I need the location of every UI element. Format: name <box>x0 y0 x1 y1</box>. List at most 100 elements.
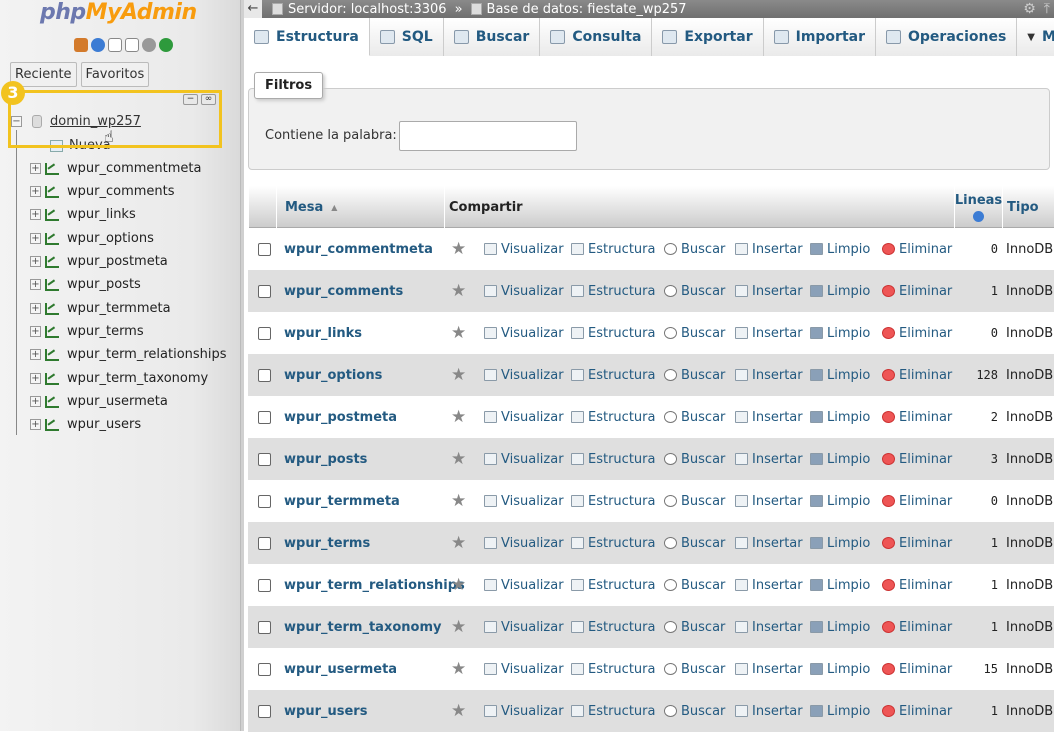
action-visualizar[interactable]: Visualizar <box>484 354 564 396</box>
action-insertar[interactable]: Insertar <box>735 480 803 522</box>
star-icon[interactable]: ★ <box>451 659 466 679</box>
tab-consulta[interactable]: Consulta <box>540 18 653 56</box>
table-name-link[interactable]: wpur_posts <box>284 452 367 467</box>
nav-table-item[interactable]: + wpur_postmeta <box>30 254 168 269</box>
action-visualizar[interactable]: Visualizar <box>484 564 564 606</box>
nav-table-item[interactable]: + wpur_options <box>30 231 154 246</box>
action-visualizar[interactable]: Visualizar <box>484 648 564 690</box>
action-insertar[interactable]: Insertar <box>735 312 803 354</box>
action-limpio[interactable]: Limpio <box>810 480 870 522</box>
back-arrow-icon[interactable]: ← <box>244 0 262 18</box>
star-icon[interactable]: ★ <box>451 491 466 511</box>
star-icon[interactable]: ★ <box>451 533 466 553</box>
expand-icon[interactable]: + <box>30 373 41 384</box>
action-visualizar[interactable]: Visualizar <box>484 396 564 438</box>
gear-icon[interactable] <box>142 38 156 52</box>
action-buscar[interactable]: Buscar <box>664 438 725 480</box>
expand-icon[interactable]: + <box>30 256 41 267</box>
action-buscar[interactable]: Buscar <box>664 648 725 690</box>
tab-exportar[interactable]: Exportar <box>652 18 764 56</box>
table-name-link[interactable]: wpur_comments <box>284 284 403 299</box>
action-buscar[interactable]: Buscar <box>664 690 725 732</box>
docs-icon[interactable] <box>125 38 139 52</box>
breadcrumb-database[interactable]: Base de datos: fiestate_wp257 <box>470 2 687 17</box>
nav-table-item[interactable]: + wpur_commentmeta <box>30 161 201 176</box>
action-estructura[interactable]: Estructura <box>571 270 655 312</box>
action-eliminar[interactable]: Eliminar <box>882 312 952 354</box>
nav-table-item[interactable]: + wpur_term_taxonomy <box>30 371 208 386</box>
action-visualizar[interactable]: Visualizar <box>484 270 564 312</box>
action-eliminar[interactable]: Eliminar <box>882 648 952 690</box>
expand-icon[interactable]: + <box>30 303 41 314</box>
action-visualizar[interactable]: Visualizar <box>484 522 564 564</box>
action-buscar[interactable]: Buscar <box>664 312 725 354</box>
action-insertar[interactable]: Insertar <box>735 564 803 606</box>
row-checkbox[interactable] <box>258 242 271 256</box>
table-name-link[interactable]: wpur_terms <box>284 536 370 551</box>
row-checkbox[interactable] <box>258 368 271 382</box>
tab-sql[interactable]: SQL <box>369 18 444 56</box>
action-limpio[interactable]: Limpio <box>810 270 870 312</box>
action-limpio[interactable]: Limpio <box>810 354 870 396</box>
action-limpio[interactable]: Limpio <box>810 564 870 606</box>
nav-table-item[interactable]: + wpur_terms <box>30 324 144 339</box>
star-icon[interactable]: ★ <box>451 281 466 301</box>
action-eliminar[interactable]: Eliminar <box>882 270 952 312</box>
table-name-link[interactable]: wpur_postmeta <box>284 410 397 425</box>
star-icon[interactable]: ★ <box>451 365 466 385</box>
action-insertar[interactable]: Insertar <box>735 228 803 270</box>
star-icon[interactable]: ★ <box>451 617 466 637</box>
nav-table-item[interactable]: + wpur_users <box>30 417 141 432</box>
reload-icon[interactable] <box>159 38 173 52</box>
action-estructura[interactable]: Estructura <box>571 690 655 732</box>
action-eliminar[interactable]: Eliminar <box>882 228 952 270</box>
favorites-button[interactable]: Favoritos <box>80 62 150 87</box>
action-visualizar[interactable]: Visualizar <box>484 480 564 522</box>
action-estructura[interactable]: Estructura <box>571 606 655 648</box>
action-buscar[interactable]: Buscar <box>664 228 725 270</box>
action-estructura[interactable]: Estructura <box>571 228 655 270</box>
action-limpio[interactable]: Limpio <box>810 228 870 270</box>
row-checkbox[interactable] <box>258 704 271 718</box>
row-checkbox[interactable] <box>258 536 271 550</box>
action-insertar[interactable]: Insertar <box>735 270 803 312</box>
filter-input[interactable] <box>399 121 577 151</box>
action-limpio[interactable]: Limpio <box>810 522 870 564</box>
action-limpio[interactable]: Limpio <box>810 690 870 732</box>
action-eliminar[interactable]: Eliminar <box>882 564 952 606</box>
action-estructura[interactable]: Estructura <box>571 354 655 396</box>
expand-icon[interactable]: + <box>30 419 41 430</box>
action-eliminar[interactable]: Eliminar <box>882 522 952 564</box>
table-name-link[interactable]: wpur_links <box>284 326 362 341</box>
row-checkbox[interactable] <box>258 284 271 298</box>
action-eliminar[interactable]: Eliminar <box>882 396 952 438</box>
action-visualizar[interactable]: Visualizar <box>484 438 564 480</box>
star-icon[interactable]: ★ <box>451 701 466 721</box>
expand-icon[interactable]: + <box>30 349 41 360</box>
expand-icon[interactable]: + <box>30 396 41 407</box>
row-checkbox[interactable] <box>258 452 271 466</box>
phpmyadmin-logo[interactable]: phpMyAdmin <box>40 0 197 25</box>
action-insertar[interactable]: Insertar <box>735 396 803 438</box>
action-estructura[interactable]: Estructura <box>571 564 655 606</box>
action-limpio[interactable]: Limpio <box>810 438 870 480</box>
action-limpio[interactable]: Limpio <box>810 312 870 354</box>
action-buscar[interactable]: Buscar <box>664 564 725 606</box>
nav-table-item[interactable]: + wpur_posts <box>30 277 141 292</box>
table-name-link[interactable]: wpur_users <box>284 704 367 719</box>
help-icon[interactable] <box>973 210 984 222</box>
star-icon[interactable]: ★ <box>451 449 466 469</box>
nav-table-item[interactable]: + wpur_termmeta <box>30 301 171 316</box>
action-eliminar[interactable]: Eliminar <box>882 606 952 648</box>
tab-operaciones[interactable]: Operaciones <box>876 18 1018 56</box>
row-checkbox[interactable] <box>258 494 271 508</box>
table-name-link[interactable]: wpur_usermeta <box>284 662 397 677</box>
action-visualizar[interactable]: Visualizar <box>484 228 564 270</box>
action-buscar[interactable]: Buscar <box>664 522 725 564</box>
action-insertar[interactable]: Insertar <box>735 648 803 690</box>
action-estructura[interactable]: Estructura <box>571 396 655 438</box>
star-icon[interactable]: ★ <box>451 323 466 343</box>
action-eliminar[interactable]: Eliminar <box>882 354 952 396</box>
action-limpio[interactable]: Limpio <box>810 648 870 690</box>
star-icon[interactable]: ★ <box>451 239 466 259</box>
